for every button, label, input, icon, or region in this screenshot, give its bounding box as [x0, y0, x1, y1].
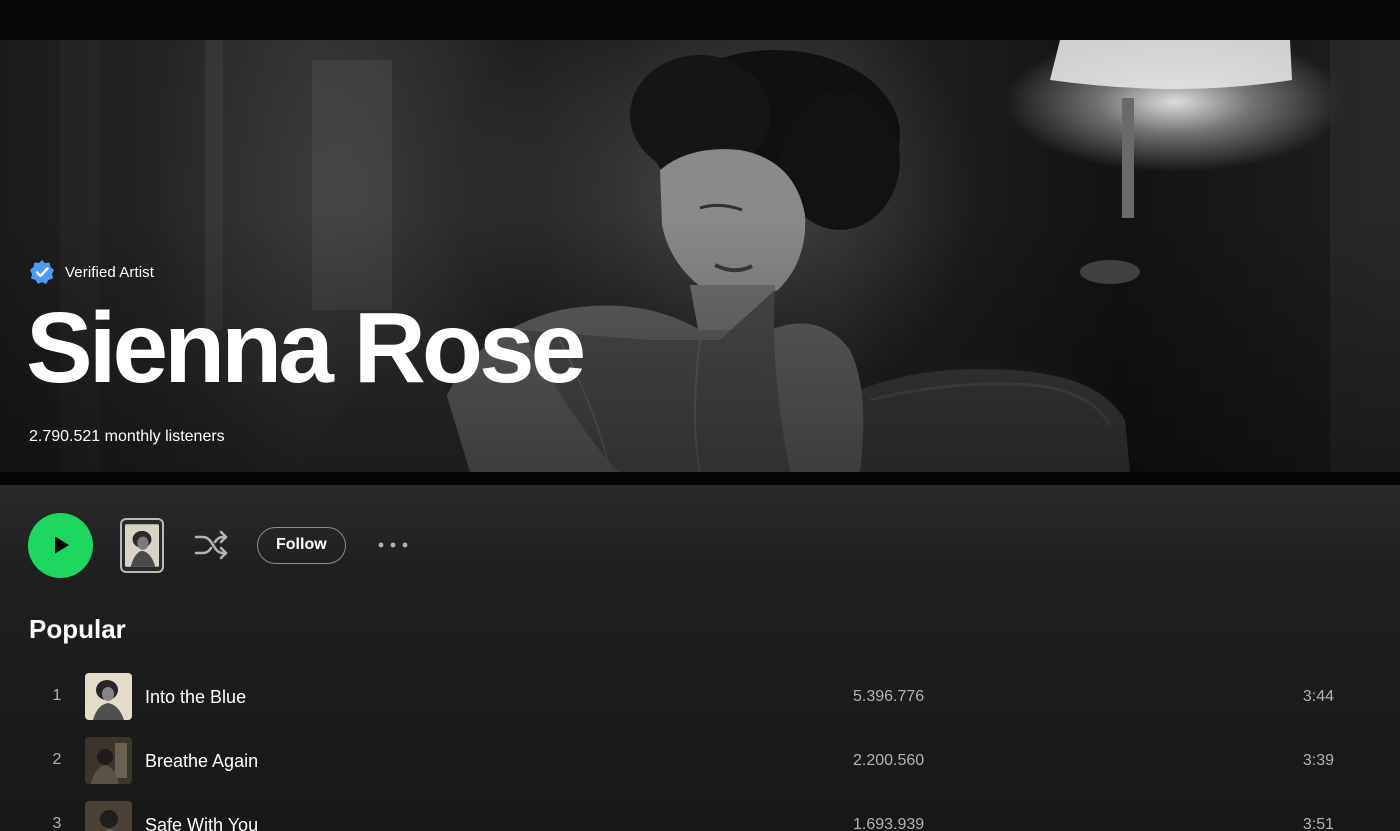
hero-gradient-overlay — [0, 40, 1400, 472]
shuffle-button[interactable] — [191, 525, 231, 565]
more-options-icon — [378, 542, 408, 548]
follow-button[interactable]: Follow — [257, 526, 346, 564]
track-play-count: 5.396.776 — [853, 688, 925, 705]
action-bar: Follow — [28, 512, 413, 578]
track-row[interactable]: 3 Safe With You 1.693.939 3:51 — [0, 795, 1400, 831]
play-button[interactable] — [28, 512, 93, 578]
track-play-count: 2.200.560 — [853, 752, 925, 769]
track-play-count: 1.693.939 — [853, 816, 925, 831]
track-index: 3 — [52, 815, 62, 831]
track-title: Safe With You — [145, 815, 259, 831]
track-cover-art — [85, 801, 132, 831]
header-divider — [0, 472, 1400, 485]
track-cover-art — [85, 673, 132, 720]
track-duration: 3:44 — [1302, 688, 1334, 705]
track-index: 1 — [52, 687, 62, 704]
track-title: Into the Blue — [145, 687, 247, 707]
play-icon — [54, 536, 69, 554]
verified-artist-label: Verified Artist — [65, 263, 155, 281]
track-row[interactable]: 2 Breathe Again 2.200.560 3:39 — [0, 731, 1400, 795]
artist-content: Follow Popular 1 Into the Blue 5.396.776… — [0, 485, 1400, 831]
track-row[interactable]: 1 Into the Blue 5.396.776 3:44 — [0, 667, 1400, 731]
verified-badge-icon — [30, 260, 54, 284]
track-title: Breathe Again — [145, 751, 259, 771]
artist-thumbnail-image — [125, 523, 159, 567]
monthly-listeners-count: 2.790.521 monthly listeners — [29, 428, 225, 445]
artist-name-title: Sienna Rose — [26, 292, 586, 404]
artist-page: Verified Artist Sienna Rose 2.790.521 mo… — [0, 0, 1400, 831]
track-index: 2 — [52, 751, 62, 768]
popular-tracks-list: 1 Into the Blue 5.396.776 3:44 2 Breathe… — [0, 667, 1400, 831]
shuffle-icon — [194, 530, 228, 560]
top-bar — [0, 0, 1400, 40]
track-duration: 3:39 — [1302, 752, 1334, 769]
more-options-button[interactable] — [373, 527, 413, 564]
artist-header: Verified Artist Sienna Rose 2.790.521 mo… — [0, 40, 1400, 472]
track-duration: 3:51 — [1302, 816, 1334, 831]
verified-artist-row: Verified Artist — [29, 258, 154, 286]
popular-section-title: Popular — [29, 614, 126, 644]
artist-thumbnail-button[interactable] — [120, 517, 164, 573]
track-cover-art — [85, 737, 132, 784]
